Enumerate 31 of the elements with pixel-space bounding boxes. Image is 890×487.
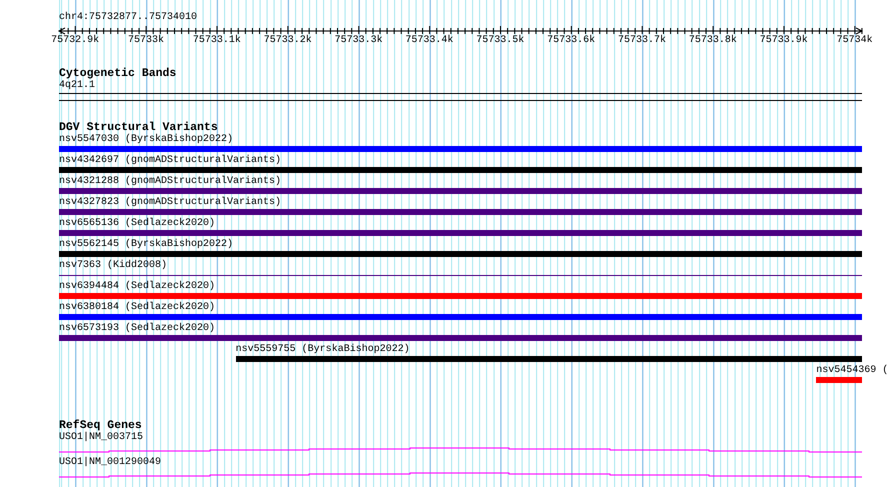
ruler-label: 75733.2k [264,35,312,47]
ruler-label: 75733.9k [760,35,808,47]
band-label: 4q21.1 [59,80,96,92]
ruler-label: 75733.1k [192,35,241,47]
gene-label: USO1|NM_001290049 [59,457,162,469]
gene-label: USO1|NM_003715 [59,432,144,444]
variant-label: nsv5562145 (ByrskaBishop2022) [59,239,234,251]
variant-label: nsv6565136 (Sedlazeck2020) [59,218,216,230]
variant-label: nsv4321288 (gnomADStructuralVariants) [59,176,282,188]
ruler-position: chr4:75732877..75734010 [59,12,198,24]
variant-label: nsv4327823 (gnomADStructuralVariants) [59,197,282,209]
ruler-label: 75733.8k [688,35,737,47]
variant-label: nsv5454369 ( [816,365,888,377]
ruler-label: 75734k [836,35,873,47]
ruler-label: 75732.9k [51,35,100,47]
variant-label: nsv6394484 (Sedlazeck2020) [59,281,216,293]
track-title: RefSeq Genes [59,420,142,432]
ruler-label: 75733.6k [547,35,596,47]
track-title: Cytogenetic Bands [59,68,176,80]
ruler-label: 75733k [128,35,164,47]
track-title: DGV Structural Variants [59,122,218,134]
variant-label: nsv7363 (Kidd2008) [59,260,168,272]
variant-label: nsv4342697 (gnomADStructuralVariants) [59,155,282,167]
ruler-label: 75733.4k [405,35,454,47]
ruler-label: 75733.5k [476,35,524,47]
variant-label: nsv6573193 (Sedlazeck2020) [59,323,216,335]
ruler-label: 75733.7k [618,35,666,47]
variant-label: nsv6380184 (Sedlazeck2020) [59,302,216,314]
variant-label: nsv5559755 (ByrskaBishop2022) [236,344,410,356]
ruler-label: 75733.3k [334,35,383,47]
variant-label: nsv5547030 (ByrskaBishop2022) [59,134,234,146]
